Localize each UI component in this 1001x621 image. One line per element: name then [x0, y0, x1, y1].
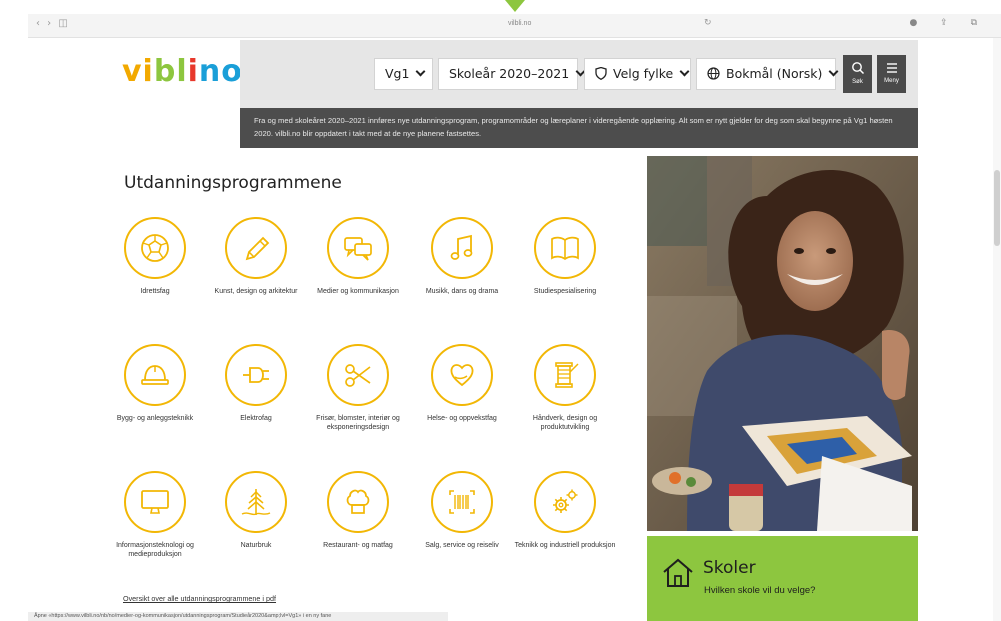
program-label: Salg, service og reiseliv — [425, 542, 499, 549]
pdf-overview-link[interactable]: Oversikt over alle utdanningsprogrammene… — [123, 594, 276, 603]
program-label: Helse- og oppvekstfag — [427, 415, 497, 422]
search-icon — [843, 59, 872, 79]
level-value: Vg1 — [385, 66, 410, 81]
program-item[interactable]: Studiespesialisering — [513, 217, 617, 296]
schools-card[interactable]: Skoler Hvilken skole vil du velge? — [647, 536, 918, 621]
tree-icon — [225, 471, 287, 533]
monitor-icon — [124, 471, 186, 533]
plug-icon — [225, 344, 287, 406]
program-item[interactable]: Bygg- og anleggsteknikk — [103, 344, 207, 423]
address-bar[interactable]: vilbli.no — [508, 20, 531, 27]
site-header: Vg1 Skoleår 2020–2021 Velg fylke Bokmål … — [240, 40, 918, 108]
program-label: Restaurant- og matfag — [323, 542, 393, 549]
schools-title: Skoler — [703, 558, 756, 578]
hard-hat-icon — [124, 344, 186, 406]
browser-nav-buttons[interactable]: ‹ › ◫ — [36, 18, 70, 29]
browser-toolbar: ‹ › ◫ vilbli.no ↻ ● ⇪ ⧉ — [28, 14, 1001, 38]
pencil-icon — [225, 217, 287, 279]
program-label: Informasjonsteknologi og medieproduksjon — [116, 542, 194, 558]
program-label: Naturbruk — [240, 542, 272, 549]
program-item[interactable]: Helse- og oppvekstfag — [410, 344, 514, 423]
chevron-down-icon — [679, 66, 690, 77]
browser-toolbar-icons[interactable]: ● ⇪ ⧉ — [909, 18, 987, 28]
program-label: Bygg- og anleggsteknikk — [116, 415, 194, 422]
program-item[interactable]: Idrettsfag — [103, 217, 207, 296]
school-year-value: Skoleår 2020–2021 — [449, 66, 570, 81]
program-item[interactable]: Elektrofag — [204, 344, 308, 423]
speech-bubbles-icon — [327, 217, 389, 279]
student-photo — [647, 156, 918, 531]
language-value: Bokmål (Norsk) — [726, 66, 823, 81]
program-item[interactable]: Frisør, blomster, interiør og eksponerin… — [306, 344, 410, 432]
schools-subtitle: Hvilken skole vil du velge? — [704, 585, 816, 596]
language-select[interactable]: Bokmål (Norsk) — [696, 58, 839, 90]
program-item[interactable]: Restaurant- og matfag — [306, 471, 410, 550]
program-item[interactable]: Teknikk og industriell produksjon — [513, 471, 617, 550]
info-notice: Fra og med skoleåret 2020–2021 innføres … — [240, 108, 918, 148]
page-scrollbar[interactable] — [993, 38, 1001, 621]
link-status-bar: Åpne «https://www.vilbli.no/nb/no/medier… — [28, 612, 448, 621]
open-book-icon — [534, 217, 596, 279]
program-label: Frisør, blomster, interiør og eksponerin… — [316, 415, 400, 431]
search-button[interactable]: Søk — [843, 55, 872, 93]
program-item[interactable]: Salg, service og reiseliv — [410, 471, 514, 550]
program-item[interactable]: Håndverk, design og produktutvikling — [513, 344, 617, 432]
hamburger-icon — [877, 59, 906, 78]
scrollbar-thumb[interactable] — [994, 170, 1000, 246]
chevron-down-icon — [828, 66, 839, 77]
program-label: Idrettsfag — [140, 288, 170, 295]
menu-button[interactable]: Meny — [877, 55, 906, 93]
vilbli-logo[interactable]: viblino — [122, 54, 243, 89]
house-icon — [663, 558, 693, 587]
top-marker-triangle — [505, 0, 525, 12]
chevron-down-icon — [416, 66, 426, 77]
globe-icon — [707, 59, 720, 89]
chef-hat-icon — [327, 471, 389, 533]
music-note-icon — [431, 217, 493, 279]
county-select[interactable]: Velg fylke — [584, 58, 691, 90]
program-label: Kunst, design og arkitektur — [214, 288, 298, 295]
program-item[interactable]: Informasjonsteknologi og medieproduksjon — [103, 471, 207, 559]
gears-icon — [534, 471, 596, 533]
program-label: Studiespesialisering — [533, 288, 597, 295]
program-label: Håndverk, design og produktutvikling — [532, 415, 598, 431]
scissors-icon — [327, 344, 389, 406]
football-icon — [124, 217, 186, 279]
program-label: Medier og kommunikasjon — [317, 288, 399, 295]
school-year-select[interactable]: Skoleår 2020–2021 — [438, 58, 586, 90]
browser-window: { "browser": { "nav_glyphs": "‹ › ◫", "u… — [0, 0, 1001, 621]
heart-hand-icon — [431, 344, 493, 406]
search-button-label: Søk — [852, 79, 863, 85]
barcode-icon — [431, 471, 493, 533]
level-select[interactable]: Vg1 — [374, 58, 433, 90]
county-value: Velg fylke — [613, 66, 674, 81]
program-item[interactable]: Medier og kommunikasjon — [306, 217, 410, 296]
program-item[interactable]: Musikk, dans og drama — [410, 217, 514, 296]
program-item[interactable]: Kunst, design og arkitektur — [204, 217, 308, 296]
programs-title: Utdanningsprogrammene — [124, 173, 342, 193]
program-label: Elektrofag — [240, 415, 272, 422]
program-label: Teknikk og industriell produksjon — [514, 542, 616, 549]
program-label: Musikk, dans og drama — [425, 288, 499, 295]
program-item[interactable]: Naturbruk — [204, 471, 308, 550]
shield-icon — [595, 59, 607, 89]
reload-icon[interactable]: ↻ — [704, 18, 712, 28]
thread-spool-icon — [534, 344, 596, 406]
menu-button-label: Meny — [884, 78, 899, 84]
